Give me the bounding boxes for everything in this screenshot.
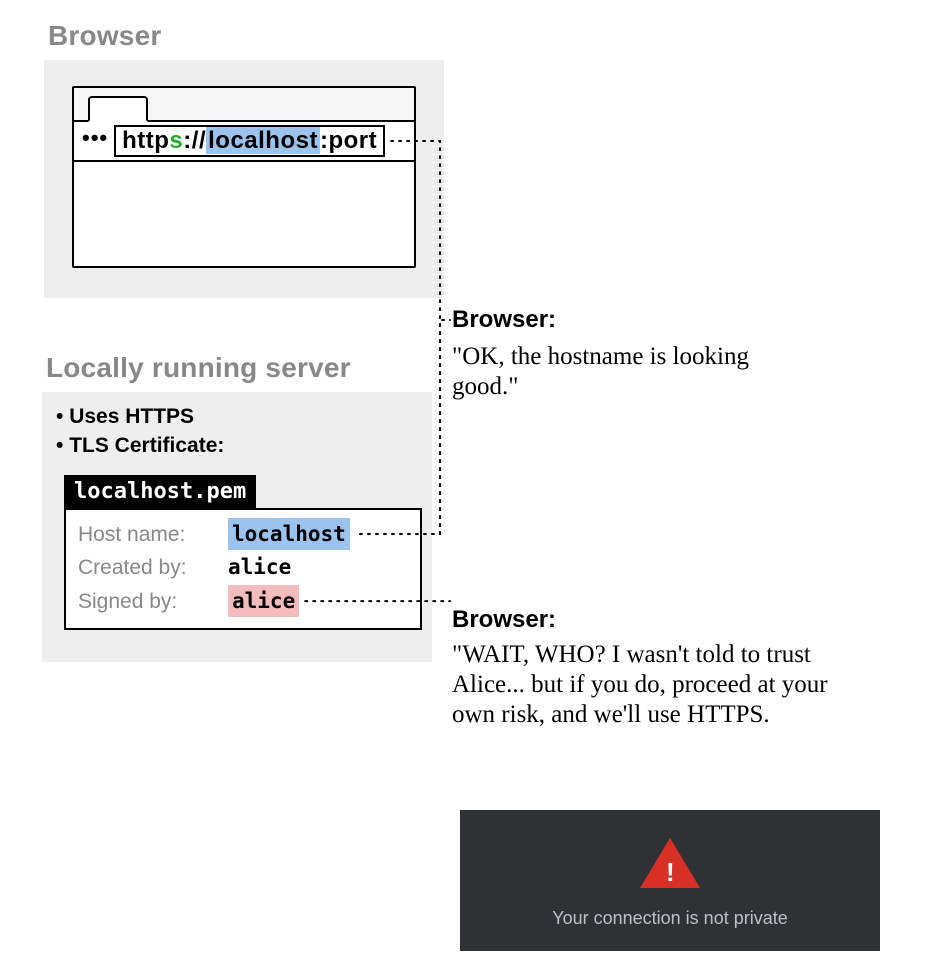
annotation-signedby-warn: Browser: "WAIT, WHO? I wasn't told to tr… [452, 606, 872, 730]
url-scheme-http: http [122, 127, 169, 154]
annotation-hostname-ok-quote: "OK, the hostname is looking good." [452, 342, 752, 402]
cert-hostname-value: localhost [228, 518, 350, 551]
url-host: localhost [206, 127, 320, 154]
server-features-list: Uses HTTPS TLS Certificate: [56, 402, 432, 461]
server-uses-https: Uses HTTPS [56, 402, 432, 431]
annotation-signedby-warn-speaker: Browser: [452, 606, 872, 634]
cert-createdby-value: alice [228, 551, 291, 584]
browser-window: ••• https://localhost:port [72, 86, 416, 268]
browser-tab[interactable] [88, 96, 148, 122]
cert-filename-tab: localhost.pem [64, 475, 256, 508]
url-scheme-s: s [169, 127, 183, 154]
cert-details-box: Host name: localhost Created by: alice S… [64, 508, 422, 631]
warning-triangle-icon [640, 838, 700, 888]
ssl-warning-text: Your connection is not private [480, 908, 860, 929]
cert-hostname-label: Host name: [78, 519, 218, 552]
cert-signedby-value: alice [228, 585, 299, 618]
url-separator: :// [183, 127, 206, 154]
cert-signedby-label: Signed by: [78, 586, 218, 619]
server-panel: Uses HTTPS TLS Certificate: localhost.pe… [42, 392, 432, 662]
browser-viewport [74, 162, 414, 266]
address-bar[interactable]: https://localhost:port [114, 125, 385, 157]
toolbar-menu-icon[interactable]: ••• [82, 138, 108, 144]
dotted-line-hostname-to-annotation [440, 320, 450, 534]
annotation-hostname-ok: Browser: "OK, the hostname is looking go… [452, 306, 752, 402]
url-port: :port [320, 127, 377, 154]
server-section-title: Locally running server [46, 352, 351, 384]
cert-createdby-label: Created by: [78, 552, 218, 585]
browser-toolbar: ••• https://localhost:port [74, 122, 414, 162]
annotation-hostname-ok-speaker: Browser: [452, 306, 752, 334]
browser-tabbar [74, 88, 414, 122]
browser-section-title: Browser [48, 20, 161, 52]
server-tls-cert: TLS Certificate: [56, 431, 432, 460]
ssl-warning-box: Your connection is not private [460, 810, 880, 951]
annotation-signedby-warn-quote: "WAIT, WHO? I wasn't told to trust Alice… [452, 640, 872, 730]
